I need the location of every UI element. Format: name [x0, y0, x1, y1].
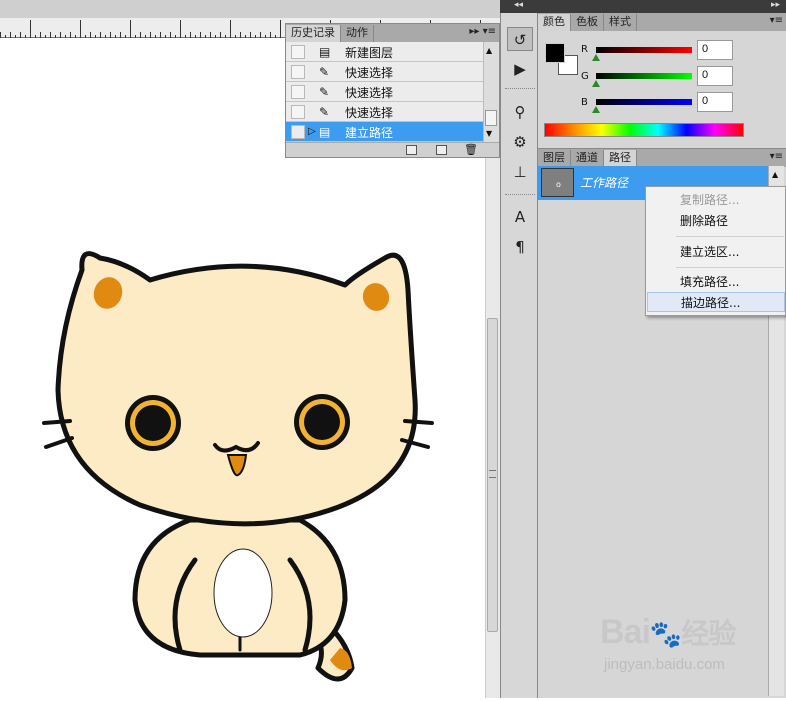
quick-select-icon: ✎ [319, 65, 330, 79]
red-slider[interactable] [596, 47, 692, 53]
path-thumbnail-dot: o [556, 180, 561, 189]
history-item-label: 建立路径 [345, 126, 394, 140]
history-item[interactable]: ✎ 快速选择 [286, 82, 484, 102]
ruler-tick [80, 20, 81, 38]
watermark-brand: Bai🐾经验 [600, 613, 736, 651]
work-path-label[interactable]: 工作路径 [580, 174, 628, 191]
tab-actions[interactable]: 动作 [341, 25, 374, 42]
tab-history[interactable]: 历史记录 [286, 25, 341, 42]
paragraph-panel-icon[interactable]: ¶ [507, 235, 533, 259]
blue-slider[interactable] [596, 99, 692, 105]
history-item-label: 快速选择 [345, 106, 394, 120]
document-titlebar [0, 0, 500, 18]
new-document-from-state-icon[interactable] [406, 145, 417, 155]
new-snapshot-icon[interactable] [436, 145, 447, 155]
history-item[interactable]: ▤ 新建图层 [286, 42, 484, 62]
tab-swatches[interactable]: 色板 [571, 14, 604, 31]
menu-separator [676, 236, 784, 237]
history-item-label: 快速选择 [345, 86, 394, 100]
scroll-grip [489, 470, 496, 478]
snapshot-checkbox[interactable] [291, 65, 305, 79]
history-item-label: 新建图层 [345, 46, 394, 60]
green-slider-handle[interactable] [592, 80, 600, 87]
ruler-tick [280, 20, 281, 38]
blue-slider-handle[interactable] [592, 106, 600, 113]
divider [505, 194, 535, 196]
tab-styles[interactable]: 样式 [604, 14, 637, 31]
brushes-panel-icon[interactable]: ⚲ [507, 100, 533, 124]
panel-menu-icon[interactable]: ▾≡ [770, 15, 783, 26]
color-panel-tabs: 颜色 色板 样式 ▾≡ [538, 13, 786, 31]
tab-paths[interactable]: 路径 [604, 150, 637, 167]
blue-value-input[interactable]: 0 [697, 92, 733, 112]
history-scrollbar[interactable]: ▲ ▼ [483, 42, 499, 142]
history-footer: 🗑 [286, 142, 499, 157]
tab-color[interactable]: 颜色 [538, 14, 571, 31]
ruler-tick [130, 20, 131, 38]
ruler-tick [30, 20, 31, 38]
color-spectrum-bar[interactable] [544, 123, 744, 137]
panel-menu-icon[interactable]: ▸▸ ▾≡ [469, 26, 496, 37]
snapshot-checkbox[interactable] [291, 125, 305, 139]
history-panel: 历史记录 动作 ▸▸ ▾≡ ▤ 新建图层 ✎ 快速选择 ✎ 快速选择 ✎ 快速选… [285, 23, 500, 158]
character-panel-icon[interactable]: A [507, 205, 533, 229]
collapse-icon[interactable]: ◂◂ [514, 0, 523, 10]
scroll-down-icon[interactable]: ▼ [486, 129, 492, 138]
history-panel-tabs: 历史记录 动作 ▸▸ ▾≡ [286, 24, 499, 42]
menu-item-stroke-path[interactable]: 描边路径... [647, 292, 785, 312]
make-path-icon: ▤ [319, 125, 331, 139]
red-value-input[interactable]: 0 [697, 40, 733, 60]
menu-item-make-selection[interactable]: 建立选区... [647, 242, 785, 262]
tab-channels[interactable]: 通道 [571, 150, 604, 167]
history-panel-icon[interactable]: ↺ [507, 27, 533, 51]
divider [505, 88, 535, 90]
trash-icon[interactable]: 🗑 [464, 143, 478, 156]
new-layer-icon: ▤ [319, 45, 331, 59]
history-item-selected[interactable]: ▷ ▤ 建立路径 [286, 122, 484, 142]
ruler-tick [230, 20, 231, 38]
scroll-up-icon[interactable]: ▲ [772, 170, 778, 179]
quick-select-icon: ✎ [319, 105, 330, 119]
history-item-label: 快速选择 [345, 66, 394, 80]
watermark-url: jingyan.baidu.com [604, 656, 725, 673]
menu-item-duplicate-path[interactable]: 复制路径... [647, 190, 785, 210]
history-state-pointer-icon: ▷ [308, 126, 316, 137]
history-item[interactable]: ✎ 快速选择 [286, 62, 484, 82]
paths-context-menu: 复制路径... 删除路径 建立选区... 填充路径... 描边路径... [645, 186, 786, 316]
ruler-tick [180, 20, 181, 38]
strip-collapse-bar[interactable]: ◂◂ [500, 0, 538, 13]
clone-source-icon[interactable]: ⊥ [507, 160, 533, 184]
baidu-jingyan-watermark: Bai🐾经验 jingyan.baidu.com [600, 612, 770, 682]
expand-icon[interactable]: ▸▸ [771, 0, 780, 10]
tool-presets-icon[interactable]: ⚙ [507, 130, 533, 154]
menu-item-delete-path[interactable]: 删除路径 [647, 211, 785, 231]
actions-panel-icon[interactable]: ▶ [507, 57, 533, 81]
channel-label: R [581, 44, 588, 55]
green-slider[interactable] [596, 73, 692, 79]
channel-label: B [581, 97, 588, 108]
quick-select-icon: ✎ [319, 85, 330, 99]
red-slider-handle[interactable] [592, 54, 600, 61]
history-item[interactable]: ✎ 快速选择 [286, 102, 484, 122]
paths-panel-tabs: 图层 通道 路径 ▾≡ [538, 149, 786, 167]
snapshot-checkbox[interactable] [291, 85, 305, 99]
snapshot-checkbox[interactable] [291, 45, 305, 59]
path-thumbnail: o [541, 168, 574, 197]
tab-layers[interactable]: 图层 [538, 150, 571, 167]
scroll-up-icon[interactable]: ▲ [486, 46, 492, 55]
green-value-input[interactable]: 0 [697, 66, 733, 86]
menu-separator [676, 267, 784, 268]
menu-item-fill-path[interactable]: 填充路径... [647, 272, 785, 292]
channel-label: G [581, 71, 589, 82]
history-scroll-thumb[interactable] [485, 110, 497, 126]
panel-menu-icon[interactable]: ▾≡ [770, 151, 783, 162]
snapshot-checkbox[interactable] [291, 105, 305, 119]
dock-collapse-bar[interactable]: ▸▸ [538, 0, 786, 13]
foreground-color-swatch[interactable] [545, 43, 565, 63]
panel-icon-strip: ↺ ▶ ⚲ ⚙ ⊥ A ¶ [500, 0, 538, 698]
